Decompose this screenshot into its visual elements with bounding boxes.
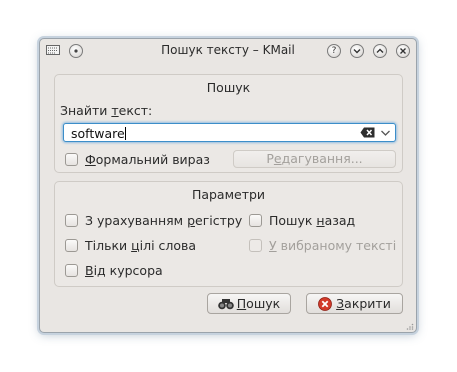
resize-grip-icon[interactable] bbox=[406, 322, 414, 330]
backwards-checkbox[interactable] bbox=[249, 214, 262, 227]
find-group: Пошук Знайти текст: software Формальний … bbox=[54, 74, 403, 173]
close-circle-icon bbox=[318, 297, 333, 311]
case-sensitive-label: З урахуванням регістру bbox=[85, 213, 243, 228]
selected-text-label: У вибраному тексті bbox=[269, 238, 397, 253]
close-button[interactable]: Закрити bbox=[306, 293, 403, 314]
chevron-down-icon[interactable] bbox=[380, 128, 391, 138]
help-icon[interactable]: ? bbox=[327, 44, 341, 58]
binoculars-icon bbox=[217, 299, 234, 310]
minimize-icon[interactable] bbox=[350, 44, 364, 58]
options-group-title: Параметри bbox=[191, 187, 266, 202]
whole-words-checkbox[interactable] bbox=[65, 239, 78, 252]
clear-text-icon[interactable] bbox=[360, 127, 375, 138]
search-input-value: software bbox=[71, 126, 125, 141]
regex-checkbox[interactable] bbox=[65, 153, 78, 166]
find-group-title: Пошук bbox=[206, 80, 251, 95]
search-input[interactable]: software bbox=[63, 123, 396, 142]
case-sensitive-checkbox[interactable] bbox=[65, 214, 78, 227]
search-button[interactable]: Пошук bbox=[207, 293, 291, 314]
find-text-dialog: Пошук тексту – KMail ? Пошук Знайти текс… bbox=[39, 38, 417, 333]
maximize-icon[interactable] bbox=[373, 44, 387, 58]
options-group: Параметри З урахуванням регістру Пошук н… bbox=[54, 181, 403, 287]
whole-words-label: Тільки цілі слова bbox=[85, 238, 197, 253]
regex-label: Формальний вираз bbox=[85, 152, 210, 167]
backwards-label: Пошук назад bbox=[269, 213, 356, 228]
title-bar: Пошук тексту – KMail ? bbox=[40, 39, 416, 63]
from-cursor-checkbox[interactable] bbox=[65, 264, 78, 277]
from-cursor-label: Від курсора bbox=[85, 263, 163, 278]
find-text-label: Знайти текст: bbox=[60, 103, 153, 118]
selected-text-checkbox[interactable] bbox=[249, 239, 262, 252]
edit-regex-button[interactable]: Редагування... bbox=[233, 150, 396, 168]
close-icon[interactable] bbox=[396, 44, 410, 58]
